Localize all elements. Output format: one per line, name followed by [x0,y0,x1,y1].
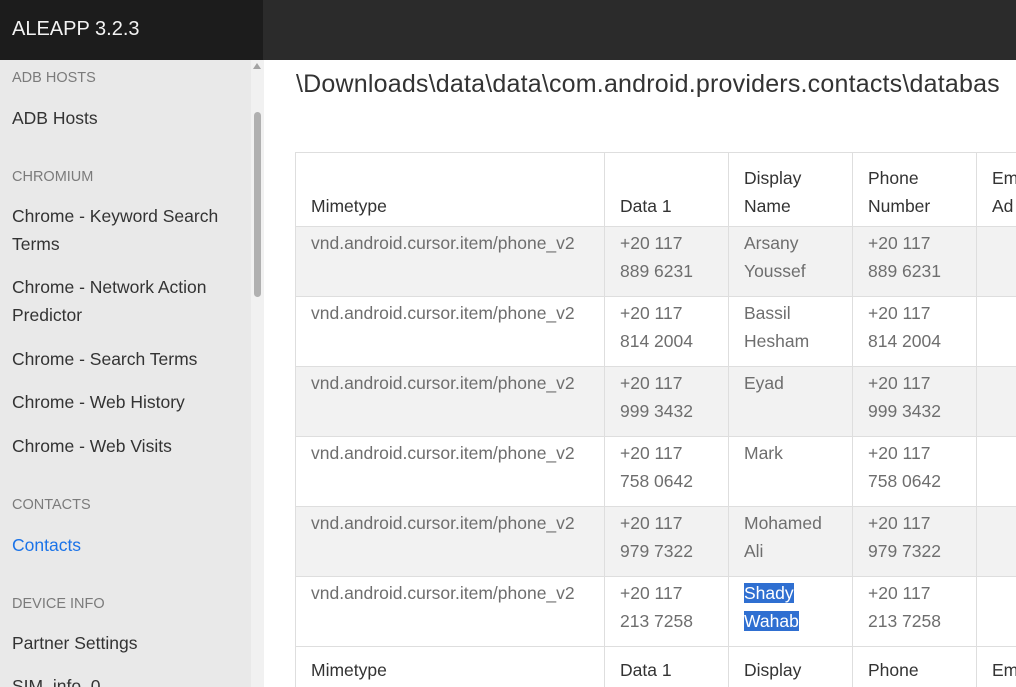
sidebar-item-contacts[interactable]: Contacts [12,531,81,559]
scrollbar-thumb[interactable] [254,112,261,297]
column-header-data-1[interactable]: Data 1 [604,152,729,227]
cell-display-name: Arsany Youssef [728,226,853,297]
cell-data-1: +20 117 758 0642 [604,436,729,507]
column-header-display-name[interactable]: Display Name [728,152,853,227]
column-header-email-address[interactable]: Em Ad [976,152,1016,227]
cell-data-1: +20 117 999 3432 [604,366,729,437]
main-content: \Downloads\data\data\com.android.provide… [264,60,1016,687]
sidebar-item-chrome-network-action-predictor[interactable]: Chrome - Network Action Predictor [12,273,244,329]
section-heading-contacts: CONTACTS [12,497,91,513]
sidebar-scrollbar[interactable] [251,60,264,687]
sidebar-item-chrome-web-visits[interactable]: Chrome - Web Visits [12,432,172,460]
cell-phone-number: +20 117 213 7258 [852,576,977,647]
cell-mimetype: vnd.android.cursor.item/phone_v2 [295,436,605,507]
cell-display-name: Eyad [728,366,853,437]
cell-mimetype: vnd.android.cursor.item/phone_v2 [295,296,605,367]
sidebar-item-chrome-search-terms[interactable]: Chrome - Search Terms [12,345,197,373]
cell-display-name: Shady Wahab [728,576,853,647]
selected-text[interactable]: Shady [744,583,794,603]
cell-display-name: Bassil Hesham [728,296,853,367]
footer-header-display-name[interactable]: Display [728,646,853,687]
cell-data-1: +20 117 889 6231 [604,226,729,297]
cell-mimetype: vnd.android.cursor.item/phone_v2 [295,506,605,577]
table-header-row: Mimetype Data 1 Display Name Phone Numbe… [295,152,1016,227]
footer-header-phone-number[interactable]: Phone [852,646,977,687]
table-row[interactable]: vnd.android.cursor.item/phone_v2 +20 117… [295,296,1016,367]
sidebar-item-adb-hosts[interactable]: ADB Hosts [12,104,98,132]
column-header-phone-number[interactable]: Phone Number [852,152,977,227]
section-heading-adb-hosts: ADB HOSTS [12,70,96,86]
contacts-table: Mimetype Data 1 Display Name Phone Numbe… [295,152,1016,687]
cell-phone-number: +20 117 999 3432 [852,366,977,437]
cell-phone-number: +20 117 814 2004 [852,296,977,367]
cell-display-name: Mohamed Ali [728,506,853,577]
footer-header-mimetype[interactable]: Mimetype [295,646,605,687]
cell-mimetype: vnd.android.cursor.item/phone_v2 [295,366,605,437]
cell-display-name: Mark [728,436,853,507]
column-header-mimetype[interactable]: Mimetype [295,152,605,227]
section-heading-device-info: DEVICE INFO [12,596,105,612]
table-row[interactable]: vnd.android.cursor.item/phone_v2 +20 117… [295,366,1016,437]
cell-phone-number: +20 117 979 7322 [852,506,977,577]
sidebar-item-chrome-keyword-search-terms[interactable]: Chrome - Keyword Search Terms [12,202,244,258]
cell-email-address [976,296,1016,367]
cell-phone-number: +20 117 889 6231 [852,226,977,297]
cell-data-1: +20 117 213 7258 [604,576,729,647]
cell-mimetype: vnd.android.cursor.item/phone_v2 [295,226,605,297]
sidebar-item-partner-settings[interactable]: Partner Settings [12,629,137,657]
sidebar[interactable]: ADB HOSTS ADB Hosts CHROMIUM Chrome - Ke… [0,60,251,687]
cell-email-address [976,436,1016,507]
section-heading-chromium: CHROMIUM [12,169,94,185]
table-footer-row: Mimetype Data 1 Display Phone Em [295,646,1016,687]
table-row[interactable]: vnd.android.cursor.item/phone_v2 +20 117… [295,576,1016,647]
sidebar-item-chrome-web-history[interactable]: Chrome - Web History [12,388,185,416]
footer-header-data-1[interactable]: Data 1 [604,646,729,687]
cell-data-1: +20 117 814 2004 [604,296,729,367]
table-row[interactable]: vnd.android.cursor.item/phone_v2 +20 117… [295,226,1016,297]
table-row[interactable]: vnd.android.cursor.item/phone_v2 +20 117… [295,436,1016,507]
cell-email-address [976,506,1016,577]
app-title[interactable]: ALEAPP 3.2.3 [0,0,263,60]
cell-email-address [976,576,1016,647]
cell-phone-number: +20 117 758 0642 [852,436,977,507]
selected-text[interactable]: Wahab [744,610,799,631]
table-row[interactable]: vnd.android.cursor.item/phone_v2 +20 117… [295,506,1016,577]
file-path: \Downloads\data\data\com.android.provide… [296,70,1000,98]
cell-email-address [976,366,1016,437]
sidebar-item-sim-info-0[interactable]: SIM_info_0 [12,672,101,687]
scroll-up-arrow-icon[interactable] [253,63,261,69]
cell-email-address [976,226,1016,297]
footer-header-email-address[interactable]: Em [976,646,1016,687]
cell-data-1: +20 117 979 7322 [604,506,729,577]
cell-mimetype: vnd.android.cursor.item/phone_v2 [295,576,605,647]
